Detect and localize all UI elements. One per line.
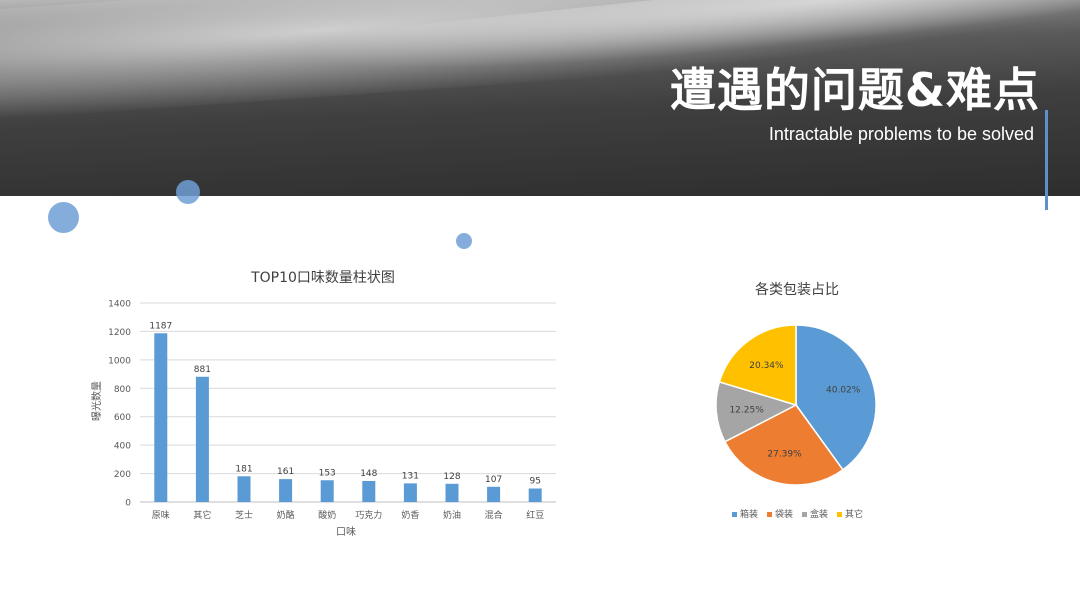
decor-dot-small bbox=[456, 233, 472, 249]
decor-dot-medium bbox=[176, 180, 200, 204]
bar-data-label: 107 bbox=[485, 475, 502, 485]
pie-data-label: 27.39% bbox=[767, 449, 802, 459]
bar-chart-ytick-label: 0 bbox=[125, 499, 131, 509]
decor-dot-large bbox=[48, 202, 79, 233]
bar bbox=[362, 480, 376, 502]
pie-chart: 各类包装占比 40.02% 27.39% 12.25% 20.34% 箱装 袋装 盒装 其它 bbox=[715, 282, 877, 520]
bar-chart-xtick-label: 巧克力 bbox=[355, 509, 382, 521]
bar bbox=[320, 480, 334, 502]
pie-legend-label: 箱装 bbox=[740, 508, 758, 520]
slide-subtitle: Intractable problems to be solved bbox=[768, 124, 1034, 144]
bar-chart-xtick-label: 奶油 bbox=[443, 509, 461, 521]
bar-chart-title: TOP10口味数量柱状图 bbox=[250, 270, 395, 286]
bar-chart-xtick-label: 混合 bbox=[485, 509, 503, 521]
bar-chart-ytick-label: 800 bbox=[114, 385, 131, 395]
bar bbox=[195, 376, 209, 502]
bar bbox=[154, 333, 168, 502]
pie-legend-swatch bbox=[732, 512, 737, 517]
pie-legend-swatch bbox=[767, 512, 772, 517]
bar-chart-ytick-label: 1000 bbox=[108, 356, 131, 366]
bar-data-label: 148 bbox=[360, 469, 377, 479]
pie-legend-swatch bbox=[802, 512, 807, 517]
bar-chart-ytick-label: 600 bbox=[114, 413, 131, 423]
bar-data-label: 131 bbox=[402, 471, 419, 481]
bar-data-label: 181 bbox=[235, 464, 252, 474]
bar-chart-xlabel: 口味 bbox=[336, 526, 356, 538]
bar-chart: TOP10口味数量柱状图 曝光数量 口味 0 200 400 600 800 1000 12… bbox=[90, 270, 556, 538]
pie-chart-title: 各类包装占比 bbox=[755, 282, 839, 298]
pie-data-label: 12.25% bbox=[729, 406, 764, 416]
bar-data-label: 881 bbox=[194, 365, 211, 375]
bar-chart-ytick-label: 400 bbox=[114, 442, 131, 452]
bar-chart-xtick-label: 原味 bbox=[152, 509, 170, 521]
bar bbox=[528, 488, 542, 502]
bar-chart-xtick-label: 奶酪 bbox=[277, 509, 295, 521]
bar-chart-ytick-label: 200 bbox=[114, 470, 131, 480]
bar-chart-ytick-label: 1400 bbox=[108, 300, 131, 310]
bar bbox=[279, 479, 293, 502]
pie-data-label: 20.34% bbox=[749, 361, 784, 371]
header-banner: 遭遇的问题&难点 Intractable problems to be solv… bbox=[0, 0, 1080, 196]
slide-title: 遭遇的问题&难点 bbox=[669, 63, 1040, 117]
pie-data-label: 40.02% bbox=[826, 386, 861, 396]
bar bbox=[487, 486, 501, 502]
bar-chart-xtick-label: 其它 bbox=[193, 509, 211, 521]
pie-legend-label: 袋装 bbox=[775, 508, 793, 520]
bar-data-label: 153 bbox=[319, 468, 336, 478]
bar-data-label: 128 bbox=[443, 472, 460, 482]
bar-chart-xtick-label: 红豆 bbox=[526, 509, 544, 521]
accent-line bbox=[1045, 110, 1048, 210]
bar-chart-xtick-label: 酸奶 bbox=[318, 509, 336, 521]
bar bbox=[403, 483, 417, 502]
pie-legend-label: 其它 bbox=[845, 508, 863, 520]
pie-legend-label: 盒装 bbox=[810, 508, 828, 520]
bar-chart-ytick-label: 1200 bbox=[108, 328, 131, 338]
bar-data-label: 1187 bbox=[149, 321, 172, 331]
bar-chart-xtick-label: 芝士 bbox=[235, 509, 253, 521]
bar bbox=[237, 476, 251, 502]
bar-chart-xtick-label: 奶香 bbox=[401, 509, 419, 521]
bar-data-label: 95 bbox=[529, 476, 540, 486]
pie-legend-swatch bbox=[837, 512, 842, 517]
bar-chart-ylabel: 曝光数量 bbox=[90, 381, 103, 421]
bar bbox=[445, 483, 459, 502]
bar-data-label: 161 bbox=[277, 467, 294, 477]
